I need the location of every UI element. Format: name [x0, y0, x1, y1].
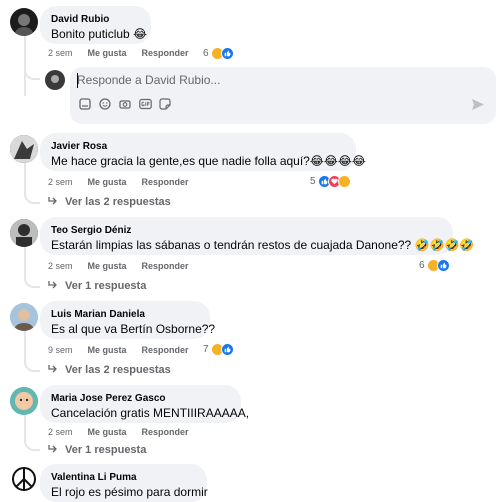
comment-text: Bonito puticlub 😂 — [51, 27, 148, 41]
view-replies-link[interactable]: Ver 1 respuesta — [65, 280, 146, 292]
reply-button[interactable]: Responder — [142, 177, 189, 187]
thread-curve — [24, 192, 40, 204]
like-button[interactable]: Me gusta — [88, 48, 127, 58]
comment-text: Me hace gracia la gente,es que nadie fol… — [51, 154, 366, 168]
reaction-count: 6 — [419, 260, 425, 271]
view-replies-link[interactable]: Ver 1 respuesta — [65, 444, 146, 456]
comment-text: Estarán limpias las sábanas o tendrán re… — [51, 238, 475, 252]
thread-curve — [24, 68, 40, 80]
emoji-icon[interactable] — [99, 98, 111, 110]
comment-time[interactable]: 2 sem — [48, 261, 73, 271]
reaction-count: 5 — [310, 176, 316, 187]
comment-text: Cancelación gratis MENTIIIRAAAAA, — [51, 406, 250, 420]
like-icon — [220, 343, 234, 356]
like-button[interactable]: Me gusta — [88, 427, 127, 437]
comment-author[interactable]: Teo Sergio Déniz — [51, 224, 442, 237]
thread-line — [24, 36, 26, 96]
like-button[interactable]: Me gusta — [88, 177, 127, 187]
comment-author[interactable]: Luis Marian Daniela — [51, 308, 199, 321]
current-user-avatar — [45, 70, 65, 90]
comment-text: El rojo es pésimo para dormir — [51, 485, 208, 499]
reaction-count: 6 — [203, 48, 209, 59]
gif-icon[interactable] — [139, 98, 152, 110]
comment-time[interactable]: 2 sem — [48, 177, 73, 187]
reaction-summary[interactable]: 6 — [419, 259, 450, 272]
comment-author[interactable]: Valentina Li Puma — [51, 471, 196, 484]
thread-curve — [24, 439, 40, 451]
comment-bubble: Valentina Li Puma El rojo es pésimo para… — [40, 464, 208, 502]
comment-time[interactable]: 2 sem — [48, 427, 73, 437]
camera-icon[interactable] — [119, 98, 131, 110]
reply-button[interactable]: Responder — [142, 261, 189, 271]
comment-bubble: Luis Marian Daniela Es al que va Bertín … — [40, 301, 216, 339]
avatar[interactable] — [10, 8, 38, 36]
comment-bubble: Teo Sergio Déniz Estarán limpias las sáb… — [40, 217, 475, 255]
reaction-count: 7 — [203, 344, 209, 355]
peace-sign-icon — [12, 467, 36, 491]
reply-button[interactable]: Responder — [142, 427, 189, 437]
avatar[interactable] — [10, 135, 38, 163]
reaction-summary[interactable]: 6 — [203, 47, 234, 60]
reply-composer[interactable]: Responde a David Rubio... — [70, 67, 496, 124]
reply-arrow-icon — [48, 281, 57, 289]
like-icon — [220, 47, 234, 60]
reaction-summary[interactable]: 7 — [203, 343, 234, 356]
comment-author[interactable]: Maria Jose Perez Gasco — [51, 392, 230, 405]
haha-icon — [337, 175, 351, 188]
thread-curve — [24, 276, 40, 288]
reply-button[interactable]: Responder — [142, 345, 189, 355]
comment-bubble: Javier Rosa Me hace gracia la gente,es q… — [40, 133, 366, 171]
view-replies-link[interactable]: Ver las 2 respuestas — [65, 196, 171, 208]
like-button[interactable]: Me gusta — [88, 345, 127, 355]
avatar[interactable] — [10, 219, 38, 247]
comment-meta: 2 sem Me gusta Responder — [48, 48, 204, 58]
reply-arrow-icon — [48, 365, 57, 373]
thread-line — [24, 245, 26, 280]
thread-line — [24, 161, 26, 196]
comment-author[interactable]: David Rubio — [51, 13, 140, 26]
comment-bubble: Maria Jose Perez Gasco Cancelación grati… — [40, 385, 250, 423]
reply-arrow-icon — [48, 197, 57, 205]
avatar[interactable] — [10, 303, 38, 331]
comment-bubble: David Rubio Bonito puticlub 😂 — [40, 6, 151, 44]
reply-button[interactable]: Responder — [142, 48, 189, 58]
sticker-face-icon[interactable] — [159, 98, 171, 110]
like-button[interactable]: Me gusta — [88, 261, 127, 271]
reaction-summary[interactable]: 5 — [310, 175, 351, 188]
comment-time[interactable]: 9 sem — [48, 345, 73, 355]
view-replies-link[interactable]: Ver las 2 respuestas — [65, 364, 171, 376]
comment-meta: 2 sem Me gusta Responder — [48, 177, 204, 187]
comment-time[interactable]: 2 sem — [48, 48, 73, 58]
reply-input[interactable]: Responde a David Rubio... — [77, 73, 220, 87]
avatar[interactable] — [10, 387, 38, 415]
reply-arrow-icon — [48, 445, 57, 453]
comment-text: Es al que va Bertín Osborne?? — [51, 322, 216, 336]
comment-meta: 9 sem Me gusta Responder — [48, 345, 204, 355]
comment-meta: 2 sem Me gusta Responder — [48, 261, 204, 271]
like-icon — [436, 259, 450, 272]
comment-author[interactable]: Javier Rosa — [51, 140, 345, 153]
thread-line — [24, 329, 26, 364]
comment-meta: 2 sem Me gusta Responder — [48, 427, 204, 437]
avatar[interactable] — [10, 465, 38, 493]
send-icon[interactable] — [471, 98, 485, 111]
thread-curve — [24, 360, 40, 372]
sticker-icon[interactable] — [79, 98, 91, 110]
